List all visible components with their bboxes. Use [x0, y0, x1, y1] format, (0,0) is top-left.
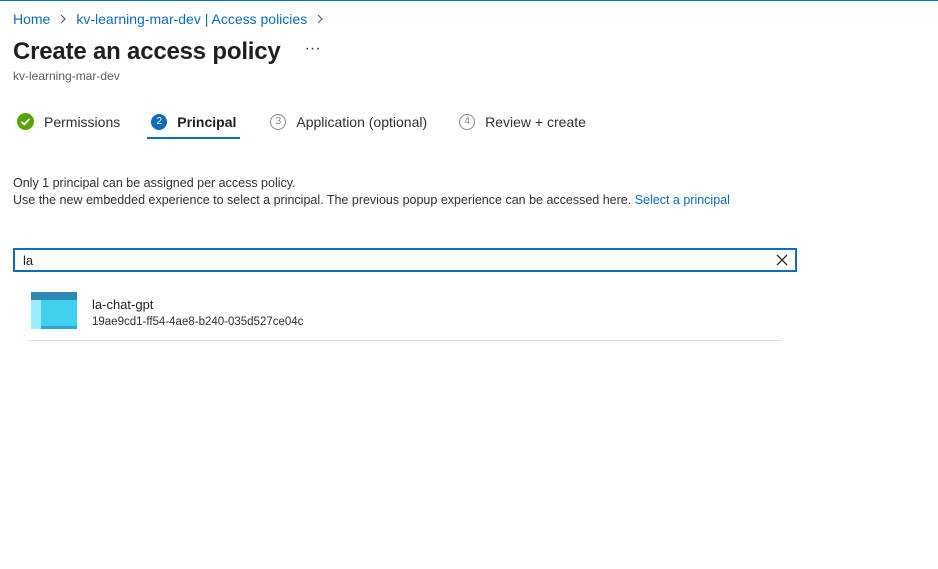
title-row: Create an access policy ··· [13, 38, 321, 66]
tab-review-create[interactable]: 4 Review + create [455, 108, 590, 135]
chevron-right-icon [59, 14, 67, 24]
step-4-icon: 4 [459, 113, 476, 130]
search-result-item[interactable]: la-chat-gpt 19ae9cd1-ff54-4ae8-b240-035d… [28, 288, 782, 341]
clear-icon[interactable] [769, 250, 795, 270]
result-id: 19ae9cd1-ff54-4ae8-b240-035d527ce04c [92, 316, 304, 328]
info-line-2-text: Use the new embedded experience to selec… [13, 193, 632, 207]
result-name: la-chat-gpt [92, 297, 154, 312]
tab-review-create-label: Review + create [485, 113, 586, 130]
step-2-icon: 2 [151, 113, 168, 130]
tab-permissions[interactable]: Permissions [13, 108, 124, 135]
wizard-steps: Permissions 2 Principal 3 Application (o… [13, 108, 590, 142]
chevron-right-icon [316, 14, 324, 24]
tab-permissions-label: Permissions [44, 113, 121, 130]
tab-application-label: Application (optional) [296, 113, 428, 130]
search-result-text: la-chat-gpt 19ae9cd1-ff54-4ae8-b240-035d… [92, 297, 303, 330]
select-principal-link[interactable]: Select a principal [635, 193, 730, 207]
breadcrumb: Home kv-learning-mar-dev | Access polici… [13, 11, 333, 27]
check-circle-icon [17, 113, 34, 130]
info-text: Only 1 principal can be assigned per acc… [13, 175, 730, 209]
step-3-icon: 3 [270, 113, 287, 130]
more-options-button[interactable]: ··· [305, 40, 321, 58]
tab-principal-label: Principal [177, 113, 237, 130]
page-title: Create an access policy [13, 38, 281, 65]
breadcrumb-access-policies-link[interactable]: kv-learning-mar-dev | Access policies [76, 11, 307, 27]
tab-principal[interactable]: 2 Principal [147, 108, 241, 139]
principal-search-input[interactable] [15, 250, 769, 270]
top-accent-line [0, 0, 938, 1]
page-subtitle: kv-learning-mar-dev [13, 69, 120, 83]
breadcrumb-home-link[interactable]: Home [13, 11, 50, 27]
app-registration-icon [31, 292, 77, 334]
principal-search-box [13, 248, 797, 272]
info-line-1: Only 1 principal can be assigned per acc… [13, 176, 296, 190]
tab-application[interactable]: 3 Application (optional) [266, 108, 431, 135]
info-line-2: Use the new embedded experience to selec… [13, 192, 730, 209]
